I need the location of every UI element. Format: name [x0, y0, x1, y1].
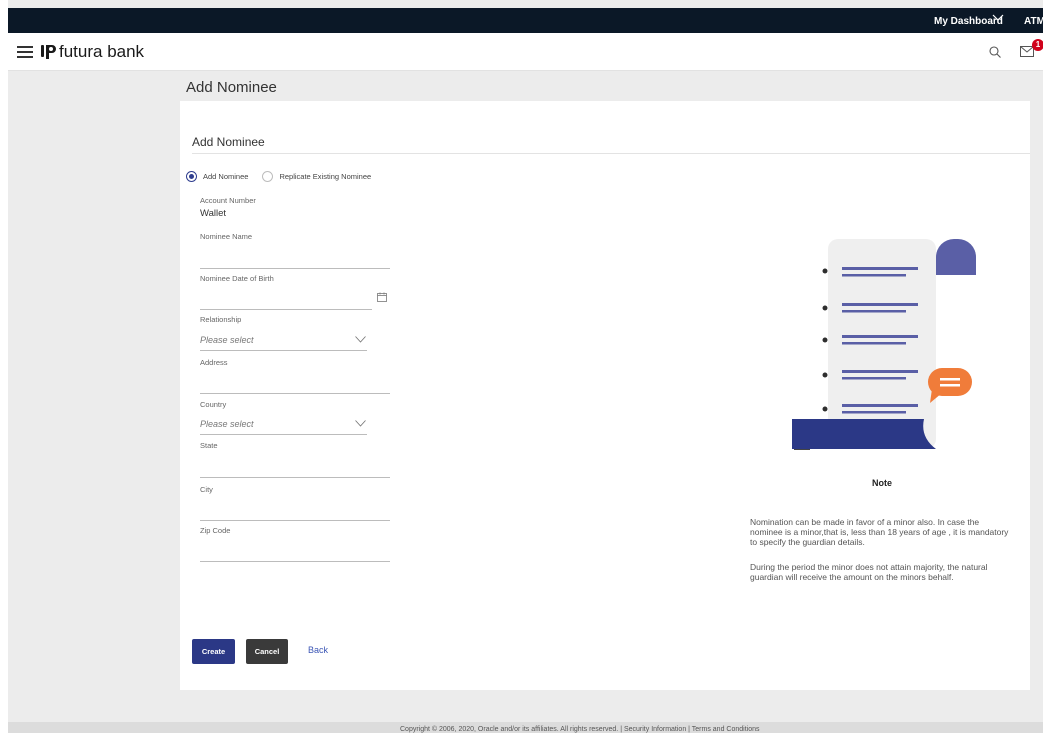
card-title: Add Nominee — [192, 135, 265, 149]
brand-name: futura bank — [59, 42, 145, 61]
state-underline — [200, 477, 390, 478]
radio-add-nominee[interactable]: Add Nominee — [186, 171, 248, 182]
address-underline — [200, 393, 390, 394]
address-input[interactable] — [200, 373, 390, 393]
top-bar: My Dashboard ATM/B — [8, 8, 1043, 33]
atm-branch-locator-link[interactable]: ATM/B — [1024, 16, 1043, 27]
chevron-down-icon[interactable] — [992, 13, 1004, 23]
country-label: Country — [200, 400, 227, 409]
zip-code-underline — [200, 561, 390, 562]
dob-underline — [200, 309, 372, 310]
note-paragraph: During the period the minor does not att… — [750, 562, 988, 582]
nominee-name-input[interactable] — [200, 247, 390, 267]
notification-badge: 1 — [1032, 39, 1043, 51]
country-underline — [200, 434, 367, 435]
calendar-icon[interactable] — [377, 292, 387, 302]
nominee-name-label: Nominee Name — [200, 232, 253, 241]
back-link[interactable]: Back — [308, 645, 328, 655]
account-number-label: Account Number — [200, 196, 256, 205]
zip-code-label: Zip Code — [200, 526, 231, 535]
nominee-dob-input[interactable] — [200, 289, 372, 309]
nominee-name-underline — [200, 268, 390, 269]
search-icon[interactable] — [989, 46, 1001, 58]
address-label: Address — [200, 358, 228, 367]
cancel-button[interactable]: Cancel — [246, 639, 288, 664]
relationship-select[interactable]: Please select — [200, 335, 254, 345]
state-input[interactable] — [200, 457, 390, 477]
nominee-document-illustration — [792, 239, 976, 450]
radio-button-selected[interactable] — [186, 171, 197, 182]
dob-label: Nominee Date of Birth — [200, 274, 274, 283]
hamburger-menu-icon[interactable] — [17, 46, 33, 58]
left-gutter — [0, 0, 8, 733]
create-button[interactable]: Create — [192, 639, 235, 664]
radio-label: Add Nominee — [203, 172, 249, 181]
footer: Copyright © 2006, 2020, Oracle and/or it… — [8, 722, 1043, 733]
radio-label: Replicate Existing Nominee — [279, 172, 372, 181]
footer-copyright: Copyright © 2006, 2020, Oracle and/or it… — [400, 726, 760, 733]
city-label: City — [200, 485, 213, 494]
futura-bank-logo-icon — [41, 45, 56, 59]
city-underline — [200, 520, 390, 521]
country-select[interactable]: Please select — [200, 419, 254, 429]
app-header: futura bank 1 — [8, 33, 1043, 71]
relationship-label: Relationship — [200, 315, 242, 324]
chevron-down-icon[interactable] — [355, 336, 366, 343]
radio-button[interactable] — [262, 171, 274, 182]
account-number-value: Wallet — [200, 208, 227, 219]
state-label: State — [200, 441, 218, 450]
divider — [192, 153, 1030, 154]
page-title: Add Nominee — [186, 79, 277, 96]
relationship-underline — [200, 350, 367, 351]
nominee-mode-radio-group: Add Nominee Replicate Existing Nominee — [186, 171, 385, 182]
radio-replicate-existing-nominee[interactable]: Replicate Existing Nominee — [262, 171, 371, 182]
add-nominee-card: Add Nominee Add Nominee Replicate Existi… — [180, 101, 1030, 690]
city-input[interactable] — [200, 500, 390, 520]
zip-code-input[interactable] — [200, 541, 390, 561]
chevron-down-icon[interactable] — [355, 420, 366, 427]
note-paragraph: Nomination can be made in favor of a min… — [750, 517, 1009, 547]
note-title: Note — [872, 478, 892, 488]
